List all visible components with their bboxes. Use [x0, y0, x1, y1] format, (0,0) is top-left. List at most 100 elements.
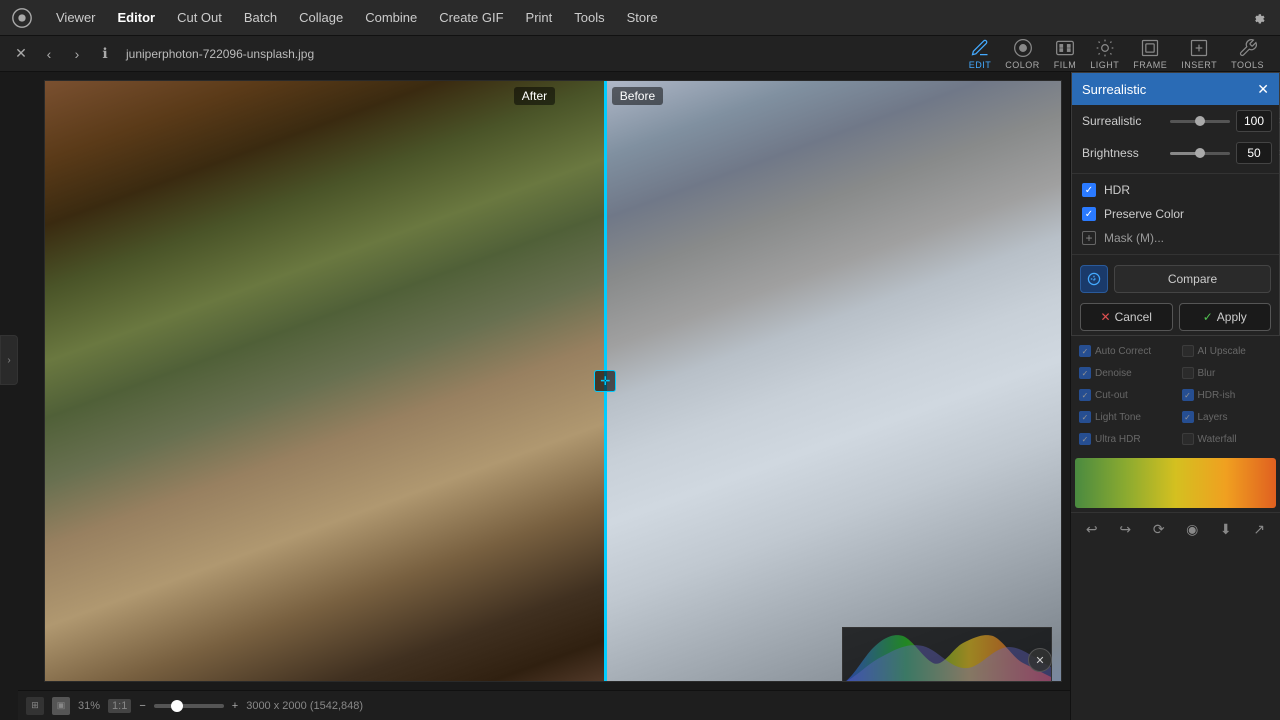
- hdr-checkbox[interactable]: ✓: [1082, 183, 1096, 197]
- effect-label-ai-upscale: AI Upscale: [1198, 346, 1246, 357]
- zoom-minus[interactable]: −: [139, 700, 145, 712]
- mask-label[interactable]: Mask (M)...: [1104, 231, 1164, 245]
- hdr-row: ✓ HDR: [1072, 178, 1279, 202]
- compare-row: Compare: [1072, 259, 1279, 299]
- effect-cut-out[interactable]: ✓ Cut-out: [1075, 386, 1174, 404]
- action-row: ✕ Cancel ✓ Apply: [1072, 299, 1279, 335]
- effect-cb-auto-correct[interactable]: ✓: [1079, 345, 1091, 357]
- light-tool-label: LIGHT: [1090, 60, 1119, 70]
- menu-combine[interactable]: Combine: [355, 6, 427, 29]
- icon-tool-frame[interactable]: FRAME: [1127, 34, 1173, 74]
- zoom-plus[interactable]: +: [232, 700, 238, 712]
- menu-tools[interactable]: Tools: [564, 6, 614, 29]
- effect-cb-ultra-hdr[interactable]: ✓: [1079, 433, 1091, 445]
- undo-icon[interactable]: ↩: [1080, 517, 1104, 541]
- effect-denoise[interactable]: ✓ Denoise: [1075, 364, 1174, 382]
- grid-view-button[interactable]: ⊞: [26, 697, 44, 715]
- icon-tool-tools[interactable]: TOOLS: [1225, 34, 1270, 74]
- menu-print[interactable]: Print: [516, 6, 563, 29]
- effect-ai-upscale[interactable]: AI Upscale: [1178, 342, 1277, 360]
- compare-button[interactable]: Compare: [1114, 265, 1271, 293]
- app-logo[interactable]: [8, 4, 36, 32]
- download-icon[interactable]: ⬇: [1214, 517, 1238, 541]
- bottom-icons-bar: ↩ ↪ ⟳ ◉ ⬇ ↗: [1071, 512, 1280, 545]
- split-handle[interactable]: ✛: [594, 370, 616, 392]
- effect-light-tone[interactable]: ✓ Light Tone: [1075, 408, 1174, 426]
- effect-cb-blur[interactable]: [1182, 367, 1194, 379]
- brightness-slider[interactable]: [1170, 152, 1230, 155]
- brightness-value[interactable]: 50: [1236, 142, 1272, 164]
- effect-cb-cut-out[interactable]: ✓: [1079, 389, 1091, 401]
- mask-row: + Mask (M)...: [1072, 226, 1279, 250]
- effect-blur[interactable]: Blur: [1178, 364, 1277, 382]
- effect-ultra-hdr[interactable]: ✓ Ultra HDR: [1075, 430, 1174, 448]
- effect-cb-denoise[interactable]: ✓: [1079, 367, 1091, 379]
- menu-viewer[interactable]: Viewer: [46, 6, 106, 29]
- surrealistic-label: Surrealistic: [1082, 114, 1162, 128]
- effect-cb-waterfall[interactable]: [1182, 433, 1194, 445]
- image-container: After Before ✛: [44, 80, 1062, 682]
- effect-label-light-tone: Light Tone: [1095, 412, 1141, 423]
- brightness-slider-wrap: 50 ▲ ▼: [1170, 142, 1280, 164]
- panel-title: Surrealistic: [1082, 82, 1146, 97]
- icon-tool-film[interactable]: FILM: [1048, 34, 1083, 74]
- icon-tool-edit[interactable]: EDIT: [963, 34, 998, 74]
- icon-tool-light[interactable]: LIGHT: [1084, 34, 1125, 74]
- effect-hdr-ish[interactable]: ✓ HDR-ish: [1178, 386, 1277, 404]
- surrealistic-value[interactable]: 100: [1236, 110, 1272, 132]
- effect-cb-layers[interactable]: ✓: [1182, 411, 1194, 423]
- effect-layers[interactable]: ✓ Layers: [1178, 408, 1277, 426]
- dimensions-label: 3000 x 2000 (1542,848): [246, 700, 363, 712]
- surrealistic-panel: Surrealistic ✕ Surrealistic 100 ▲ ▼ Brig…: [1071, 72, 1280, 336]
- effect-cb-ai-upscale[interactable]: [1182, 345, 1194, 357]
- tools-tool-label: TOOLS: [1231, 60, 1264, 70]
- single-view-button[interactable]: ▣: [52, 697, 70, 715]
- effect-cb-hdr-ish[interactable]: ✓: [1182, 389, 1194, 401]
- menu-batch[interactable]: Batch: [234, 6, 287, 29]
- filename-label: juniperphoton-722096-unsplash.jpg: [126, 47, 314, 61]
- icon-tool-insert[interactable]: INSERT: [1175, 34, 1223, 74]
- share-icon[interactable]: ↗: [1247, 517, 1271, 541]
- after-label: After: [514, 87, 555, 105]
- info-button[interactable]: ℹ: [94, 43, 116, 65]
- effect-cb-light-tone[interactable]: ✓: [1079, 411, 1091, 423]
- compare-icon-button[interactable]: [1080, 265, 1108, 293]
- film-tool-label: FILM: [1054, 60, 1077, 70]
- icon-tool-color[interactable]: COLOR: [999, 34, 1046, 74]
- forward-button[interactable]: ›: [66, 43, 88, 65]
- effect-auto-correct[interactable]: ✓ Auto Correct: [1075, 342, 1174, 360]
- menu-store[interactable]: Store: [617, 6, 668, 29]
- effect-label-waterfall: Waterfall: [1198, 434, 1237, 445]
- menu-editor[interactable]: Editor: [108, 6, 166, 29]
- right-panel: Surrealistic ✕ Surrealistic 100 ▲ ▼ Brig…: [1070, 72, 1280, 720]
- panel-header: Surrealistic ✕: [1072, 73, 1279, 105]
- zoom-percent: 31%: [78, 700, 100, 712]
- cancel-button[interactable]: ✕ Cancel: [1080, 303, 1173, 331]
- effect-waterfall[interactable]: Waterfall: [1178, 430, 1277, 448]
- preserve-color-checkbox[interactable]: ✓: [1082, 207, 1096, 221]
- eye-icon[interactable]: ◉: [1180, 517, 1204, 541]
- effect-label-layers: Layers: [1198, 412, 1228, 423]
- zoom-slider[interactable]: [154, 704, 224, 708]
- close-overlay-button[interactable]: ✕: [1028, 648, 1052, 672]
- redo-icon[interactable]: ↪: [1113, 517, 1137, 541]
- settings-icon[interactable]: [1244, 4, 1272, 32]
- menu-cut-out[interactable]: Cut Out: [167, 6, 232, 29]
- split-line[interactable]: ✛: [604, 81, 607, 681]
- left-panel-toggle[interactable]: ›: [0, 335, 18, 385]
- rotate-icon[interactable]: ⟳: [1147, 517, 1171, 541]
- menu-collage[interactable]: Collage: [289, 6, 353, 29]
- panel-close-button[interactable]: ✕: [1257, 81, 1269, 98]
- surrealistic-slider[interactable]: [1170, 120, 1230, 123]
- mask-plus-button[interactable]: +: [1082, 231, 1096, 245]
- before-label: Before: [612, 87, 663, 105]
- apply-button[interactable]: ✓ Apply: [1179, 303, 1272, 331]
- back-button[interactable]: ‹: [38, 43, 60, 65]
- cancel-label: Cancel: [1115, 310, 1152, 324]
- canvas-area: After Before ✛ ✕: [36, 72, 1070, 690]
- status-bar: ⊞ ▣ 31% 1:1 − + 3000 x 2000 (1542,848): [18, 690, 1070, 720]
- close-button[interactable]: ✕: [10, 43, 32, 65]
- menu-create-gif[interactable]: Create GIF: [429, 6, 513, 29]
- histogram: [842, 627, 1052, 682]
- insert-tool-label: INSERT: [1181, 60, 1217, 70]
